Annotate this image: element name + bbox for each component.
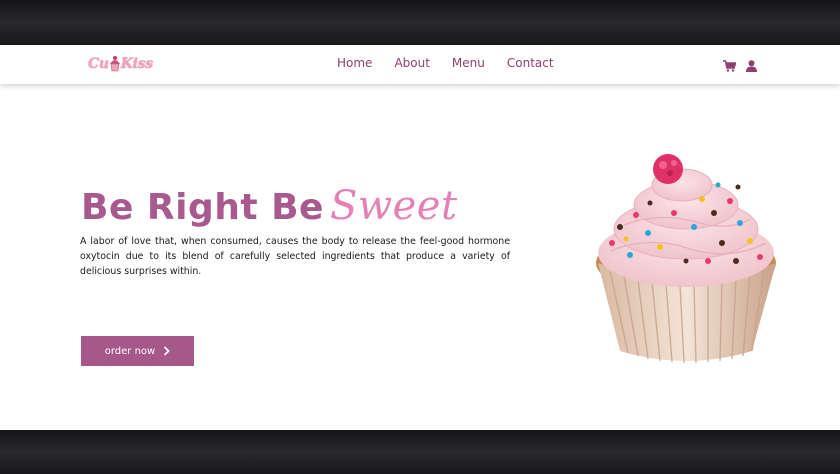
nav-link-contact[interactable]: Contact (507, 56, 554, 70)
order-now-label: order now (104, 345, 156, 357)
logo-cupcake-icon (109, 56, 120, 72)
cart-icon[interactable] (723, 57, 737, 76)
nav-link-home[interactable]: Home (337, 56, 372, 70)
hero-title-main: Be Right Be (81, 187, 324, 228)
landing-page: Cu Kiss Home About Menu Contact Be Right… (0, 45, 840, 430)
nav-link-menu[interactable]: Menu (452, 56, 485, 70)
main-nav: Home About Menu Contact (337, 56, 576, 70)
chevron-right-icon (164, 346, 171, 356)
user-icon[interactable] (746, 57, 757, 76)
nav-icons (723, 57, 757, 76)
brand-logo[interactable]: Cu Kiss (88, 53, 153, 75)
logo-text-right: Kiss (120, 56, 153, 72)
nav-link-about[interactable]: About (394, 56, 429, 70)
bottom-dark-band (0, 430, 840, 474)
cupcake-image (596, 154, 776, 364)
top-dark-band (0, 0, 840, 45)
hero-title: Be Right Be Sweet (81, 183, 458, 229)
logo-text-left: Cu (88, 56, 109, 72)
navbar: Cu Kiss Home About Menu Contact (0, 45, 840, 84)
hero-title-accent: Sweet (329, 183, 458, 229)
order-now-button[interactable]: order now (81, 336, 194, 366)
hero-description: A labor of love that, when consumed, cau… (80, 236, 510, 277)
